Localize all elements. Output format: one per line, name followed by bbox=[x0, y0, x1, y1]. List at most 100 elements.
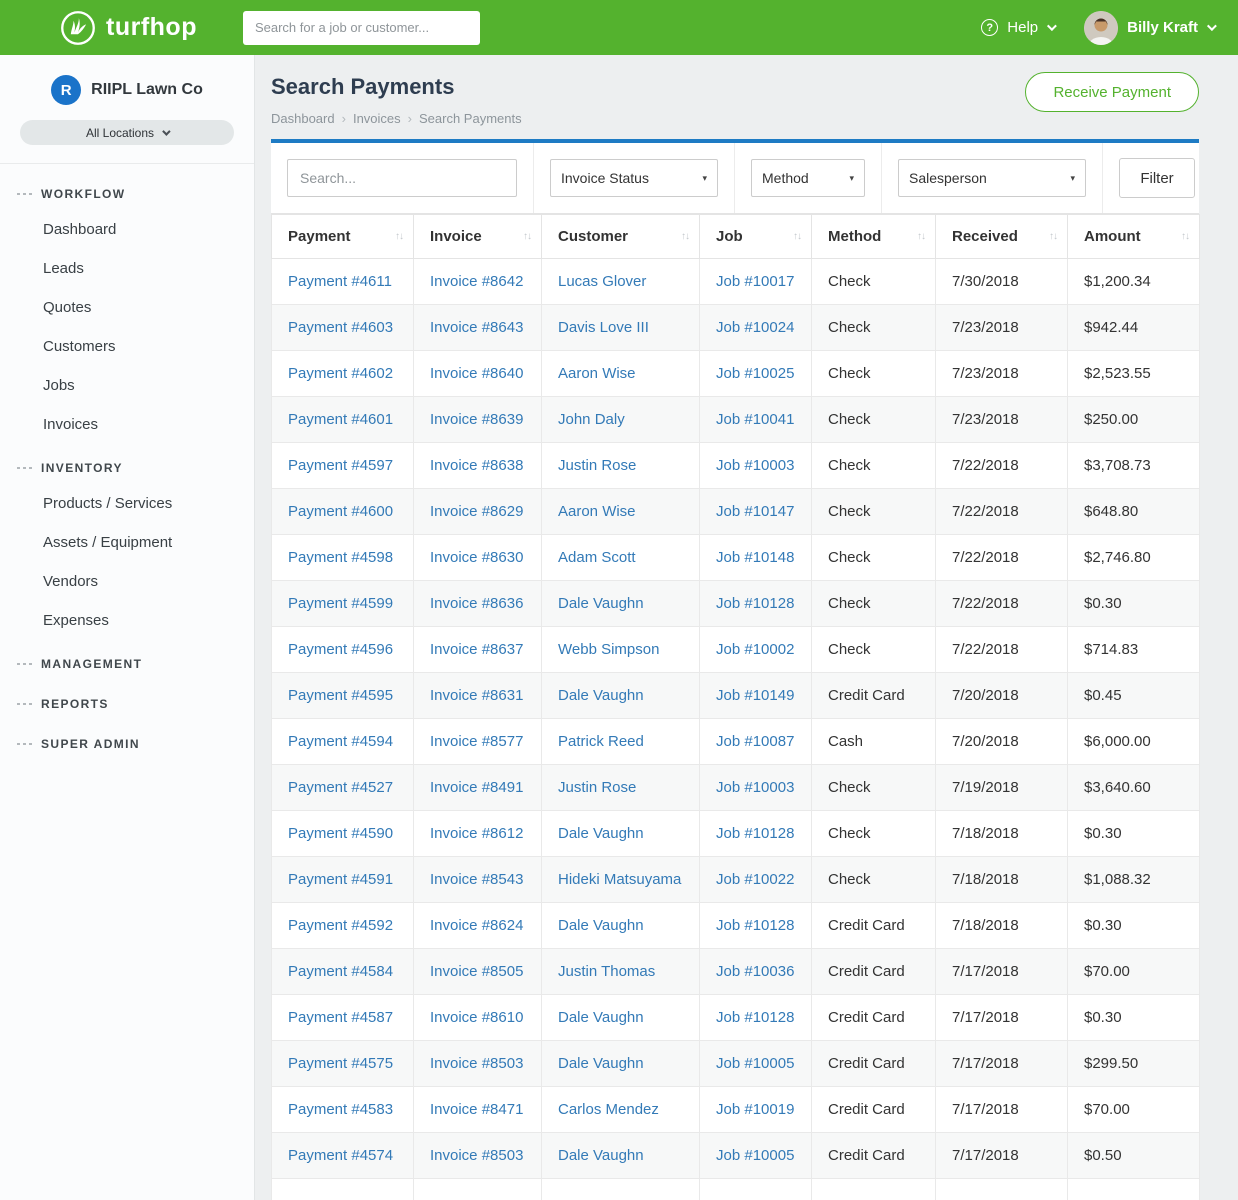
customer-link[interactable]: Justin Thomas bbox=[558, 963, 655, 980]
payment-link[interactable]: Payment #4595 bbox=[288, 687, 393, 704]
invoice-link[interactable]: Invoice #8630 bbox=[430, 549, 523, 566]
invoice-link[interactable]: Invoice #8631 bbox=[430, 687, 523, 704]
invoice-link[interactable]: Invoice #8543 bbox=[430, 871, 523, 888]
payment-link[interactable]: Payment #4591 bbox=[288, 871, 393, 888]
invoice-link[interactable]: Invoice #8636 bbox=[430, 595, 523, 612]
customer-link[interactable]: Carlos Mendez bbox=[558, 1101, 659, 1118]
customer-link[interactable]: Davis Love III bbox=[558, 319, 649, 336]
invoice-link[interactable]: Invoice #8610 bbox=[430, 1009, 523, 1026]
job-link[interactable]: Job #10017 bbox=[716, 273, 794, 290]
salesperson-select[interactable]: Salesperson ▾ bbox=[898, 159, 1086, 197]
job-link[interactable]: Job #10147 bbox=[716, 503, 794, 520]
customer-link[interactable]: Adam Scott bbox=[558, 549, 636, 566]
sort-icon[interactable]: ↑↓ bbox=[395, 231, 403, 242]
locations-dropdown[interactable]: All Locations bbox=[20, 120, 234, 145]
customer-link[interactable]: Dale Vaughn bbox=[558, 1147, 644, 1164]
customer-link[interactable]: Dale Vaughn bbox=[558, 917, 644, 934]
breadcrumb-item-dashboard[interactable]: Dashboard bbox=[271, 111, 335, 126]
payment-link[interactable]: Payment #4592 bbox=[288, 917, 393, 934]
column-header-invoice[interactable]: Invoice↑↓ bbox=[414, 215, 542, 259]
customer-link[interactable]: Dale Vaughn bbox=[558, 825, 644, 842]
job-link[interactable]: Job #10025 bbox=[716, 365, 794, 382]
job-link[interactable]: Job #10003 bbox=[716, 779, 794, 796]
payment-link[interactable]: Payment #4574 bbox=[288, 1147, 393, 1164]
payment-link[interactable]: Payment #4587 bbox=[288, 1009, 393, 1026]
sort-icon[interactable]: ↑↓ bbox=[523, 231, 531, 242]
customer-link[interactable]: Dale Vaughn bbox=[558, 1055, 644, 1072]
global-search-input[interactable] bbox=[243, 11, 480, 45]
payment-link[interactable]: Payment #4527 bbox=[288, 779, 393, 796]
sidebar-item-jobs[interactable]: Jobs bbox=[0, 366, 254, 405]
brand-logo[interactable]: turfhop bbox=[60, 10, 197, 46]
job-link[interactable]: Job #10087 bbox=[716, 733, 794, 750]
help-menu[interactable]: ? Help bbox=[981, 19, 1054, 36]
payment-link[interactable]: Payment #4575 bbox=[288, 1055, 393, 1072]
payment-link[interactable]: Payment #4602 bbox=[288, 365, 393, 382]
column-header-customer[interactable]: Customer↑↓ bbox=[542, 215, 700, 259]
invoice-link[interactable]: Invoice #8503 bbox=[430, 1147, 523, 1164]
sort-icon[interactable]: ↑↓ bbox=[681, 231, 689, 242]
column-header-payment[interactable]: Payment↑↓ bbox=[272, 215, 414, 259]
payment-link[interactable]: Payment #4611 bbox=[288, 273, 392, 290]
breadcrumb-item-invoices[interactable]: Invoices bbox=[353, 111, 401, 126]
filter-button[interactable]: Filter bbox=[1119, 158, 1195, 198]
sidebar-item-products-services[interactable]: Products / Services bbox=[0, 484, 254, 523]
payment-link[interactable]: Payment #4598 bbox=[288, 549, 393, 566]
customer-link[interactable]: Justin Rose bbox=[558, 457, 636, 474]
sidebar-item-expenses[interactable]: Expenses bbox=[0, 601, 254, 640]
job-link[interactable]: Job #10041 bbox=[716, 411, 794, 428]
customer-link[interactable]: John Daly bbox=[558, 411, 625, 428]
sidebar-item-customers[interactable]: Customers bbox=[0, 327, 254, 366]
sidebar-item-invoices[interactable]: Invoices bbox=[0, 405, 254, 444]
customer-link[interactable]: Aaron Wise bbox=[558, 365, 636, 382]
payment-link[interactable]: Payment #4603 bbox=[288, 319, 393, 336]
payment-link[interactable]: Payment #4594 bbox=[288, 733, 393, 750]
job-link[interactable]: Job #10128 bbox=[716, 1009, 794, 1026]
sort-icon[interactable]: ↑↓ bbox=[793, 231, 801, 242]
sort-icon[interactable]: ↑↓ bbox=[1049, 231, 1057, 242]
customer-link[interactable]: Hideki Matsuyama bbox=[558, 871, 681, 888]
job-link[interactable]: Job #10128 bbox=[716, 917, 794, 934]
customer-link[interactable]: Patrick Reed bbox=[558, 733, 644, 750]
job-link[interactable]: Job #10005 bbox=[716, 1147, 794, 1164]
customer-link[interactable]: Dale Vaughn bbox=[558, 687, 644, 704]
invoice-link[interactable]: Invoice #8639 bbox=[430, 411, 523, 428]
customer-link[interactable]: Justin Rose bbox=[558, 779, 636, 796]
sort-icon[interactable]: ↑↓ bbox=[917, 231, 925, 242]
sidebar-item-quotes[interactable]: Quotes bbox=[0, 288, 254, 327]
user-menu[interactable]: Billy Kraft bbox=[1084, 11, 1214, 45]
invoice-link[interactable]: Invoice #8612 bbox=[430, 825, 523, 842]
invoice-link[interactable]: Invoice #8577 bbox=[430, 733, 523, 750]
job-link[interactable]: Job #10024 bbox=[716, 319, 794, 336]
payment-link[interactable]: Payment #4597 bbox=[288, 457, 393, 474]
column-header-method[interactable]: Method↑↓ bbox=[812, 215, 936, 259]
customer-link[interactable]: Lucas Glover bbox=[558, 273, 646, 290]
job-link[interactable]: Job #10002 bbox=[716, 641, 794, 658]
method-select[interactable]: Method ▾ bbox=[751, 159, 865, 197]
customer-link[interactable]: Webb Simpson bbox=[558, 641, 659, 658]
invoice-link[interactable]: Invoice #8638 bbox=[430, 457, 523, 474]
sidebar-item-leads[interactable]: Leads bbox=[0, 249, 254, 288]
column-header-received[interactable]: Received↑↓ bbox=[936, 215, 1068, 259]
invoice-link[interactable]: Invoice #8471 bbox=[430, 1101, 523, 1118]
sidebar-item-dashboard[interactable]: Dashboard bbox=[0, 210, 254, 249]
receive-payment-button[interactable]: Receive Payment bbox=[1025, 72, 1199, 112]
invoice-link[interactable]: Invoice #8640 bbox=[430, 365, 523, 382]
payment-link[interactable]: Payment #4583 bbox=[288, 1101, 393, 1118]
customer-link[interactable]: Aaron Wise bbox=[558, 503, 636, 520]
invoice-status-select[interactable]: Invoice Status ▾ bbox=[550, 159, 718, 197]
job-link[interactable]: Job #10128 bbox=[716, 595, 794, 612]
job-link[interactable]: Job #10003 bbox=[716, 457, 794, 474]
invoice-link[interactable]: Invoice #8491 bbox=[430, 779, 523, 796]
sort-icon[interactable]: ↑↓ bbox=[1181, 231, 1189, 242]
column-header-amount[interactable]: Amount↑↓ bbox=[1068, 215, 1200, 259]
job-link[interactable]: Job #10148 bbox=[716, 549, 794, 566]
payment-link[interactable]: Payment #4584 bbox=[288, 963, 393, 980]
invoice-link[interactable]: Invoice #8637 bbox=[430, 641, 523, 658]
column-header-job[interactable]: Job↑↓ bbox=[700, 215, 812, 259]
payments-search-input[interactable] bbox=[287, 159, 517, 197]
sidebar-item-assets-equipment[interactable]: Assets / Equipment bbox=[0, 523, 254, 562]
invoice-link[interactable]: Invoice #8629 bbox=[430, 503, 523, 520]
invoice-link[interactable]: Invoice #8503 bbox=[430, 1055, 523, 1072]
payment-link[interactable]: Payment #4601 bbox=[288, 411, 393, 428]
